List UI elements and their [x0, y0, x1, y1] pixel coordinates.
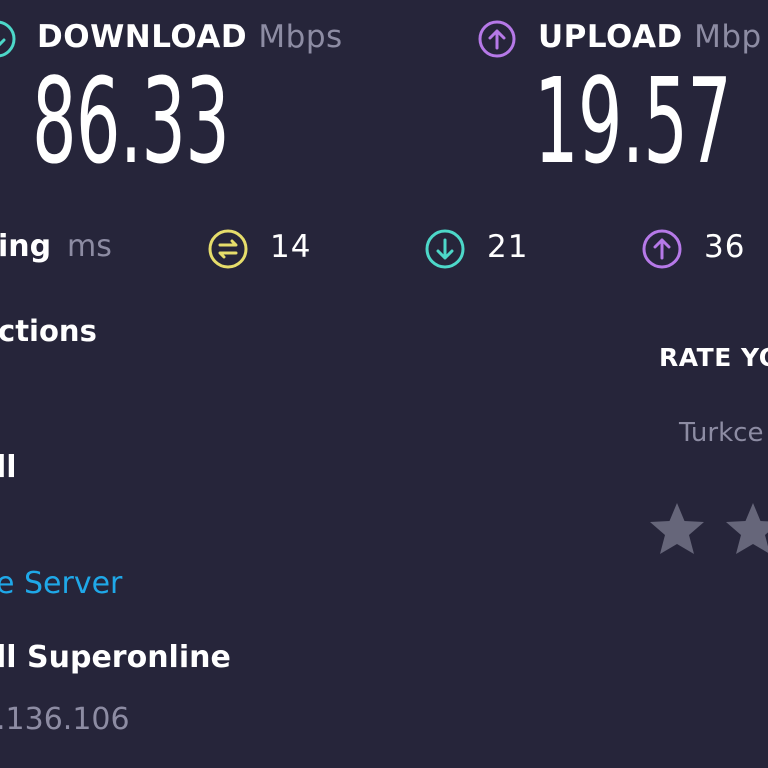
speedtest-result-page: DOWNLOAD Mbps 86.33 UPLOAD Mbp 19.57 ing… [0, 0, 768, 768]
download-unit: Mbps [258, 19, 343, 55]
connections-heading: ctions [0, 314, 97, 348]
change-server-link[interactable]: e Server [0, 566, 122, 601]
download-circle-icon [0, 20, 16, 58]
download-value: 86.33 [32, 52, 230, 190]
rating-star-1[interactable] [648, 500, 706, 558]
upload-circle-icon [478, 20, 516, 58]
rate-provider-heading: RATE YO [659, 343, 768, 372]
star-icon [650, 503, 704, 554]
ping-download-icon [425, 229, 465, 269]
ping-upload-value: 36 [704, 229, 746, 265]
upload-unit: Mbp [694, 19, 762, 55]
ping-label: ing [0, 229, 52, 264]
provider-name: Turkce [679, 418, 764, 448]
star-icon [726, 503, 768, 554]
isp-name: ll Superonline [0, 640, 231, 675]
ping-upload-icon [642, 229, 682, 269]
upload-label: UPLOAD Mbp [538, 19, 762, 55]
download-label: DOWNLOAD Mbps [37, 19, 343, 55]
ip-address: .136.106 [0, 702, 130, 737]
upload-value: 19.57 [534, 52, 732, 190]
connection-mode-label[interactable]: ll [0, 450, 17, 485]
rating-star-2[interactable] [724, 500, 768, 558]
ping-unit: ms [67, 229, 112, 264]
ping-idle-icon [208, 229, 248, 269]
ping-idle-value: 14 [270, 229, 312, 265]
ping-download-value: 21 [487, 229, 529, 265]
